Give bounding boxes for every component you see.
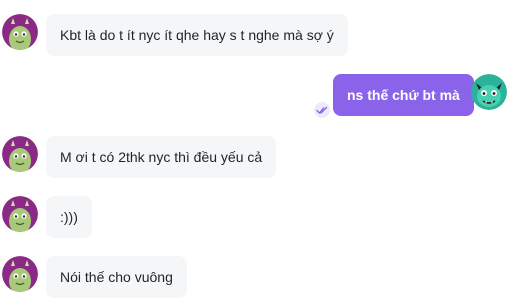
green-monster-avatar-icon[interactable] <box>2 256 38 292</box>
incoming-message-bubble: M ơi t có 2thk nyc thì đều yếu cả <box>46 136 277 178</box>
incoming-message-bubble: Nói thế cho vuông <box>46 256 187 298</box>
green-monster-avatar-icon[interactable] <box>2 14 38 50</box>
incoming-message-bubble: :))) <box>46 196 92 238</box>
green-monster-avatar-icon[interactable] <box>2 136 38 172</box>
chat-thread: Kbt là do t ít nyc ít qhe hay s t nghe m… <box>0 0 512 300</box>
outgoing-message-bubble: ns thế chứ bt mà <box>333 74 474 116</box>
green-monster-avatar-icon[interactable] <box>2 196 38 232</box>
teal-horned-monster-avatar-icon[interactable] <box>471 74 507 110</box>
incoming-message-bubble: Kbt là do t ít nyc ít qhe hay s t nghe m… <box>46 14 348 56</box>
double-check-icon <box>314 102 330 118</box>
